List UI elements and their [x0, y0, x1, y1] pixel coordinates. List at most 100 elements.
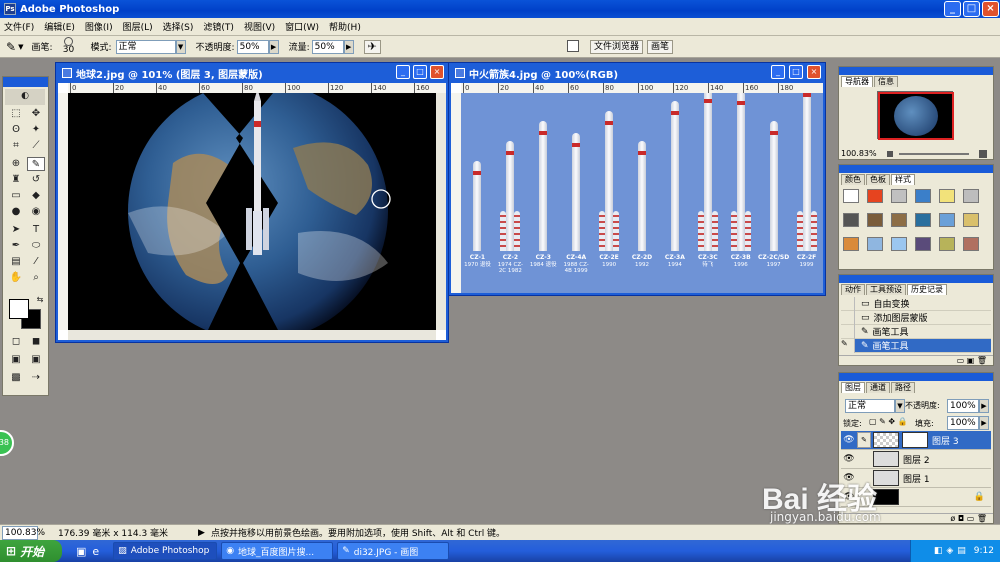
fill-arrow[interactable]: ▶ [979, 416, 989, 430]
tab-swatches[interactable]: 色板 [866, 174, 890, 185]
task-photoshop[interactable]: ▨ Adobe Photoshop [113, 542, 218, 560]
doc1-close-button[interactable]: × [430, 65, 444, 79]
start-button[interactable]: ⊞ 开始 [0, 540, 62, 562]
menu-image[interactable]: 图像(I) [85, 20, 113, 33]
fill-input[interactable]: 100% [947, 416, 979, 430]
pen-icon[interactable]: ✒ [7, 239, 25, 253]
brush-picker[interactable]: 30 [57, 36, 81, 57]
standard-mode-icon[interactable]: ◻ [7, 335, 25, 349]
trash-icon[interactable]: 🗑 [977, 356, 987, 365]
lock-icons[interactable]: ▢ ✎ ✥ 🔒 [869, 417, 908, 426]
show-desktop-icon[interactable]: ▣ [76, 545, 86, 558]
screen-mode-black-icon[interactable]: ▩ [7, 371, 25, 385]
menu-select[interactable]: 选择(S) [163, 20, 194, 33]
flow-input[interactable]: 50% [311, 39, 344, 54]
screen-mode-full-icon[interactable]: ▣ [27, 353, 45, 367]
tab-history[interactable]: 历史记录 [907, 284, 947, 295]
status-arrow-icon[interactable]: ▶ [198, 528, 205, 538]
swap-colors-icon[interactable]: ⇆ [31, 293, 49, 307]
crop-icon[interactable]: ⌗ [7, 139, 25, 153]
navigator-view-box[interactable] [878, 92, 954, 140]
style-swatch[interactable] [963, 237, 979, 251]
style-swatch[interactable] [867, 189, 883, 203]
history-item[interactable]: ▭ 自由变换 [841, 296, 991, 311]
file-browser-tab[interactable]: 文件浏览器 [590, 40, 644, 54]
doc2-titlebar[interactable]: 中火箭族4.jpg @ 100%(RGB) [449, 63, 825, 83]
tab-tool-presets[interactable]: 工具预设 [866, 284, 906, 295]
style-swatch[interactable] [963, 189, 979, 203]
style-swatch[interactable] [939, 237, 955, 251]
eraser-icon[interactable]: ▭ [7, 189, 25, 203]
zoom-in-icon[interactable] [979, 150, 987, 158]
volume-icon[interactable]: ◈ [946, 546, 953, 556]
opacity-input[interactable]: 50% [236, 39, 269, 54]
new-snapshot-icon[interactable]: ▣ [967, 356, 975, 365]
menu-window[interactable]: 窗口(W) [285, 20, 319, 33]
input-icon[interactable]: ▤ [957, 546, 966, 556]
screen-mode-standard-icon[interactable]: ▣ [7, 353, 25, 367]
layer-opacity-input[interactable]: 100% [947, 399, 979, 413]
tab-paths[interactable]: 路径 [891, 382, 915, 393]
layer-opacity-arrow[interactable]: ▶ [979, 399, 989, 413]
navigator-thumbnail[interactable] [877, 91, 954, 140]
tab-info[interactable]: 信息 [874, 76, 898, 87]
layer-row[interactable]: 👁 图层 2 [841, 450, 991, 469]
tool-preset-arrow[interactable]: ▼ [18, 43, 23, 51]
zoom-icon[interactable]: ⌕ [27, 271, 45, 285]
flow-slider-arrow[interactable]: ▶ [343, 39, 354, 54]
document-window-earth[interactable]: 地球2.jpg @ 101% (图层 3, 图层蒙版) _ □ × 0 20 40 6… [55, 62, 449, 343]
palette-well-icon[interactable] [567, 40, 579, 52]
shape-icon[interactable]: ⬭ [27, 239, 45, 253]
document-window-rockets[interactable]: 中火箭族4.jpg @ 100%(RGB) _ □ × 0 20 40 60 80 100… [448, 62, 826, 296]
zoom-out-icon[interactable] [887, 151, 893, 157]
healing-brush-icon[interactable]: ⊕ [7, 157, 25, 171]
style-swatch[interactable] [915, 189, 931, 203]
jump-to-imageready-icon[interactable]: ⇢ [27, 371, 45, 385]
doc1-horizontal-scrollbar[interactable] [68, 330, 436, 340]
tab-navigator[interactable]: 导航器 [841, 76, 873, 87]
tab-layers[interactable]: 图层 [841, 382, 865, 393]
mode-dropdown-arrow[interactable]: ▼ [175, 39, 186, 54]
menu-filter[interactable]: 滤镜(T) [203, 20, 234, 33]
clone-stamp-icon[interactable]: ♜ [7, 173, 25, 187]
doc2-minimize-button[interactable]: _ [771, 65, 785, 79]
dodge-icon[interactable]: ◉ [27, 205, 45, 219]
eyedropper-icon[interactable]: ⁄ [27, 255, 45, 269]
style-swatch[interactable] [939, 189, 955, 203]
eye-icon[interactable]: 👁 [841, 435, 857, 445]
doc1-maximize-button[interactable]: □ [413, 65, 427, 79]
doc2-maximize-button[interactable]: □ [789, 65, 803, 79]
brush-link-icon[interactable]: ✎ [857, 432, 871, 448]
marquee-icon[interactable]: ⬚ [7, 107, 25, 121]
ie-icon[interactable]: e [92, 545, 99, 558]
type-icon[interactable]: T [27, 223, 45, 237]
menu-view[interactable]: 视图(V) [244, 20, 275, 33]
mode-select[interactable]: 正常 [115, 39, 176, 54]
tab-color[interactable]: 颜色 [841, 174, 865, 185]
tab-styles[interactable]: 样式 [891, 174, 915, 185]
menu-help[interactable]: 帮助(H) [329, 20, 361, 33]
style-swatch[interactable] [867, 237, 883, 251]
doc2-canvas[interactable]: CZ-1 1970 退役 CZ-2 1974 CZ-2C 1982 CZ-3 1984 退… [461, 93, 823, 293]
eye-icon[interactable]: 👁 [841, 454, 857, 464]
paint-bucket-icon[interactable]: ◆ [27, 189, 45, 203]
doc1-minimize-button[interactable]: _ [396, 65, 410, 79]
doc1-canvas[interactable] [68, 93, 436, 330]
network-icon[interactable]: ◧ [934, 546, 943, 556]
history-item-selected[interactable]: ✎ ✎ 画笔工具 [841, 338, 991, 353]
new-layer-icon[interactable]: ▭ [967, 514, 975, 523]
tab-channels[interactable]: 通道 [866, 382, 890, 393]
brush-tool-icon[interactable]: ✎ [6, 40, 16, 54]
style-swatch[interactable] [891, 237, 907, 251]
move-icon[interactable]: ✥ [27, 107, 45, 121]
status-zoom[interactable]: 100.83% [2, 525, 45, 540]
style-swatch[interactable] [915, 213, 931, 227]
doc2-close-button[interactable]: × [807, 65, 821, 79]
floating-badge[interactable]: 38 [0, 430, 14, 456]
airbrush-button[interactable]: ✈ [363, 39, 381, 54]
notes-icon[interactable]: ▤ [7, 255, 25, 269]
hand-icon[interactable]: ✋ [7, 271, 25, 285]
slice-icon[interactable]: ⟋ [27, 139, 45, 153]
task-paint[interactable]: ✎ di32.JPG - 画图 [337, 542, 450, 560]
close-button[interactable]: × [982, 1, 999, 17]
